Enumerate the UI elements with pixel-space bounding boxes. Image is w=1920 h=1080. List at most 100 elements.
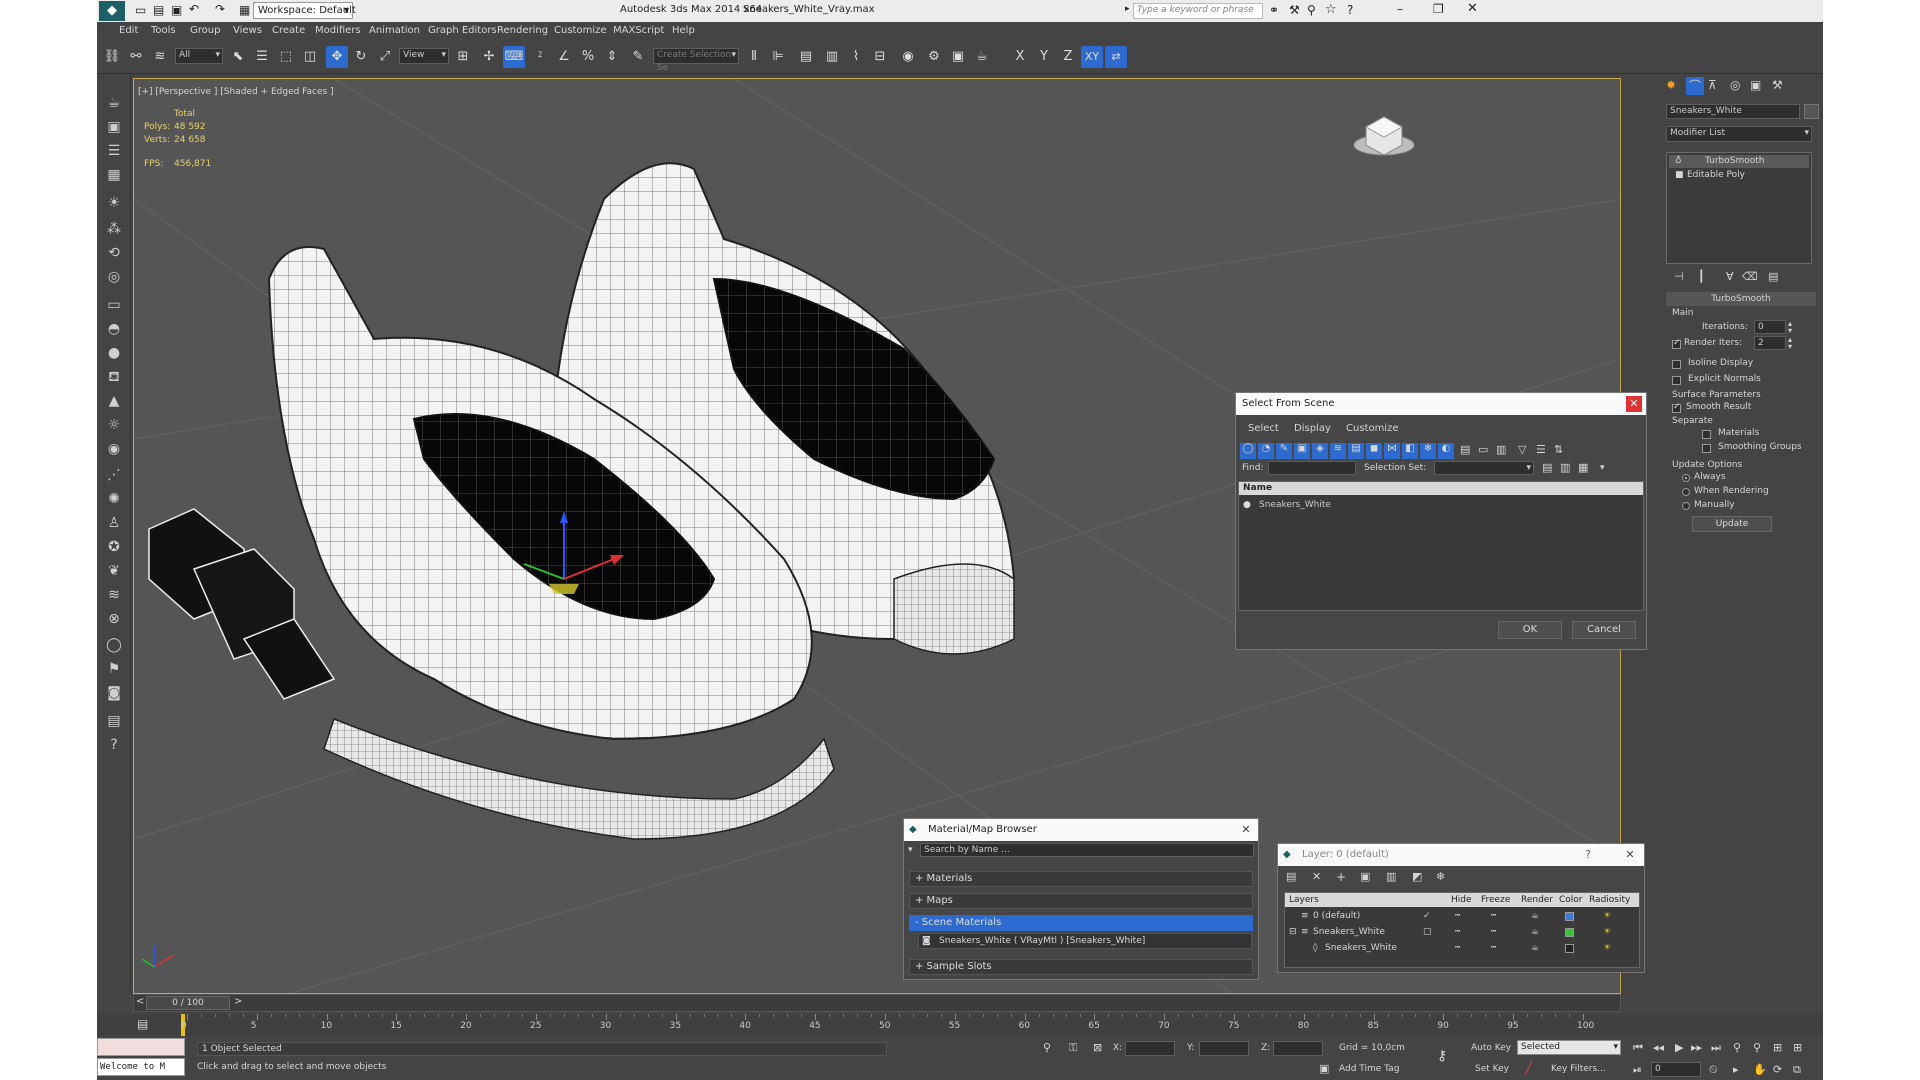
select-and-scale-icon[interactable]: ⤢: [374, 46, 396, 68]
scene-material-item[interactable]: ◙ Sneakers_White ( VRayMtl ) [Sneakers_W…: [918, 933, 1252, 949]
render-frame-icon[interactable]: ▣: [103, 116, 125, 138]
selection-lock-icon[interactable]: ⚿: [1069, 1041, 1077, 1055]
edit-named-selection-icon[interactable]: ✎: [627, 46, 649, 68]
sphere-icon[interactable]: ●: [103, 342, 125, 364]
menu-animation[interactable]: Animation: [369, 25, 420, 36]
vray-tool-icon[interactable]: ⚑: [103, 658, 125, 680]
selection-filter-dropdown[interactable]: All ▾: [175, 48, 223, 64]
create-tab-icon[interactable]: ✸: [1666, 78, 1676, 92]
align-icon[interactable]: ⊫: [767, 46, 789, 68]
render-iters-spinner[interactable]: 2: [1754, 336, 1786, 350]
stack-item-editable-poly[interactable]: ■ Editable Poly: [1669, 169, 1809, 182]
close-icon[interactable]: ✕: [1622, 847, 1638, 863]
add-time-tag-button[interactable]: Add Time Tag: [1339, 1064, 1399, 1074]
field-of-view-icon[interactable]: ▸: [1733, 1063, 1739, 1076]
redo-icon[interactable]: ↷: [215, 2, 225, 16]
spinner-snap-icon[interactable]: ⇕: [601, 46, 623, 68]
z-coordinate-input[interactable]: [1273, 1041, 1323, 1056]
hide-toggle-icon[interactable]: ┅: [1455, 925, 1460, 939]
column-layers[interactable]: Layers: [1289, 893, 1319, 907]
group-sample-slots[interactable]: + Sample Slots: [909, 959, 1253, 975]
manually-radio[interactable]: [1682, 502, 1690, 510]
auto-key-selection-dropdown[interactable]: Selected ▾: [1517, 1040, 1621, 1055]
render-toggle-icon[interactable]: ☕: [1531, 925, 1539, 939]
rendered-frame-window-icon[interactable]: ▣: [947, 46, 969, 68]
table-row[interactable]: ◊ Sneakers_White ┅ ┅ ☕ ☀: [1285, 941, 1639, 957]
hide-all-icon[interactable]: ◩: [1412, 870, 1422, 883]
maximize-viewport-icon[interactable]: ⧉: [1793, 1063, 1801, 1077]
smooth-result-checkbox[interactable]: [1672, 402, 1681, 413]
radiosity-icon[interactable]: ☀: [1603, 925, 1611, 939]
file-icon[interactable]: ▤: [103, 710, 125, 732]
maximize-icon[interactable]: ❐: [1433, 2, 1444, 16]
highlight-layer-icon[interactable]: ▥: [1386, 870, 1396, 883]
stack-item-turbosmooth[interactable]: ♁ TurboSmooth: [1669, 155, 1809, 168]
save-set-icon[interactable]: ▤: [1542, 461, 1552, 474]
menu-customize[interactable]: Customize: [1346, 423, 1399, 434]
zoom-extents-all-icon[interactable]: ⊞: [1793, 1041, 1802, 1054]
table-row[interactable]: ⊟ ≡ Sneakers_White ▢ ┅ ┅ ☕ ☀: [1285, 925, 1639, 941]
fire-icon[interactable]: ✺: [103, 488, 125, 510]
quick-access-save-icon[interactable]: ▣: [171, 3, 182, 17]
isoline-display-checkbox[interactable]: [1672, 360, 1681, 369]
iterations-spinner[interactable]: 0: [1754, 320, 1786, 334]
maxscript-listener-input[interactable]: [97, 1038, 185, 1056]
filter-hidden-icon[interactable]: ◐: [1438, 443, 1454, 459]
utilities-tab-icon[interactable]: ⚒: [1772, 78, 1783, 92]
goto-start-icon[interactable]: ⏮: [1633, 1041, 1643, 1055]
play-icon[interactable]: ▶: [1675, 1041, 1683, 1054]
key-mode-icon[interactable]: ⏯: [1633, 1063, 1642, 1077]
goto-end-icon[interactable]: ⏭: [1711, 1041, 1721, 1055]
link-icon[interactable]: ⛓: [101, 46, 123, 68]
hide-toggle-icon[interactable]: ┅: [1455, 941, 1460, 955]
menu-help[interactable]: Help: [672, 25, 695, 36]
list-item[interactable]: ● Sneakers_White: [1241, 498, 1331, 512]
delete-layer-icon[interactable]: ✕: [1312, 870, 1321, 883]
column-color[interactable]: Color: [1559, 893, 1583, 907]
select-none-icon[interactable]: ▭: [1478, 443, 1488, 456]
undo-icon[interactable]: ↶: [189, 2, 199, 16]
freeze-toggle-icon[interactable]: ┅: [1491, 941, 1496, 955]
axis-xy-cycle-button[interactable]: ⇄: [1105, 46, 1127, 68]
more-options-icon[interactable]: ▾: [1600, 463, 1605, 473]
search-by-name-input[interactable]: Search by Name ...: [920, 843, 1254, 857]
pivot-center-icon[interactable]: ⊞: [452, 46, 474, 68]
filter-helpers-icon[interactable]: ◈: [1312, 443, 1328, 459]
next-frame-icon[interactable]: ▸▸: [1691, 1041, 1702, 1054]
menu-select[interactable]: Select: [1248, 423, 1279, 434]
dome-icon[interactable]: ◓: [103, 318, 125, 340]
object-name-field[interactable]: Sneakers_White: [1666, 104, 1800, 119]
select-and-move-icon[interactable]: ✥: [326, 46, 348, 68]
set-key-icon[interactable]: ╱: [1525, 1061, 1532, 1075]
column-hide[interactable]: Hide: [1451, 893, 1472, 907]
mini-curve-editor-icon[interactable]: ▤: [137, 1017, 148, 1031]
filter-options-icon[interactable]: ☰: [1536, 443, 1546, 456]
figure-icon[interactable]: ♙: [103, 512, 125, 534]
filter-cameras-icon[interactable]: ▣: [1294, 443, 1310, 459]
zoom-all-icon[interactable]: ⚲: [1753, 1041, 1761, 1054]
graphite-tools-icon[interactable]: ▥: [821, 46, 843, 68]
select-all-icon[interactable]: ▤: [1460, 443, 1470, 456]
menu-create[interactable]: Create: [272, 25, 305, 36]
snaps-toggle-icon[interactable]: ⁲: [529, 46, 551, 68]
pin-stack-icon[interactable]: ⊣: [1674, 270, 1684, 283]
configure-sets-icon[interactable]: ▤: [1768, 270, 1778, 283]
filter-spacewarps-icon[interactable]: ≋: [1330, 443, 1346, 459]
project-folder-icon[interactable]: ▦: [239, 3, 250, 17]
filter-funnel-icon[interactable]: ▽: [1518, 443, 1526, 456]
filter-containers-icon[interactable]: ◧: [1402, 443, 1418, 459]
isolate-selection-icon[interactable]: ⚲: [1043, 1041, 1051, 1054]
layer-color-swatch[interactable]: [1565, 944, 1574, 953]
freeze-toggle-icon[interactable]: ┅: [1491, 925, 1496, 939]
material-editor-icon[interactable]: ◉: [897, 46, 919, 68]
quick-access-new-icon[interactable]: ▭: [135, 3, 146, 17]
select-in-layer-icon[interactable]: ▣: [1360, 870, 1370, 883]
select-by-name-icon[interactable]: ☰: [251, 46, 273, 68]
current-layer-box-icon[interactable]: ▢: [1423, 925, 1432, 939]
freeze-toggle-icon[interactable]: ┅: [1491, 909, 1496, 923]
sphere-light-icon[interactable]: ◉: [103, 438, 125, 460]
filter-frozen-icon[interactable]: ❄: [1420, 443, 1436, 459]
unlink-icon[interactable]: ⚯: [125, 46, 147, 68]
display-tab-icon[interactable]: ▣: [1750, 78, 1761, 92]
render-setup-icon[interactable]: ⚙: [923, 46, 945, 68]
